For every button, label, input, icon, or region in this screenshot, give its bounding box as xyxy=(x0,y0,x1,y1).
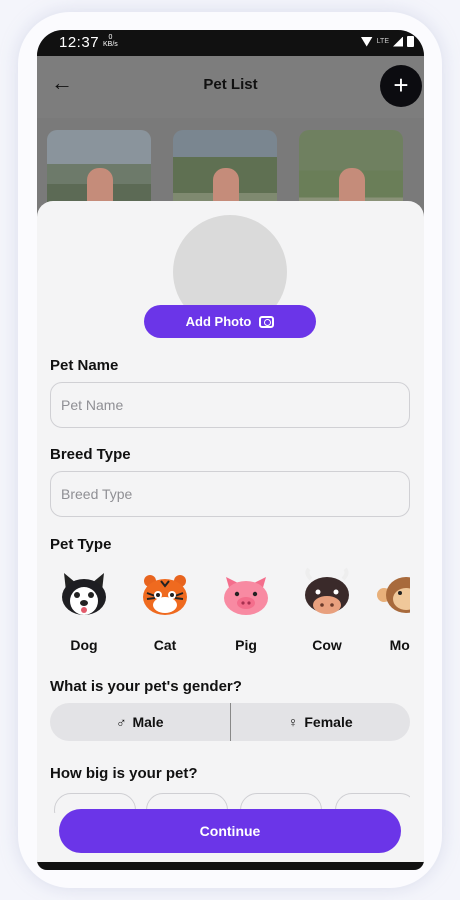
add-photo-button[interactable]: Add Photo xyxy=(144,305,316,338)
wifi-icon xyxy=(360,36,373,47)
breed-type-input[interactable] xyxy=(50,471,410,517)
add-pet-button[interactable]: + xyxy=(380,65,422,107)
gender-question: What is your pet's gender? xyxy=(50,678,242,695)
status-time: 12:37 xyxy=(59,34,100,51)
bottom-edge xyxy=(37,862,424,870)
pet-type-cow[interactable]: Cow xyxy=(297,565,357,653)
plus-icon: + xyxy=(393,70,409,100)
pet-type-label: Pet Type xyxy=(50,536,112,553)
husky-dog-icon xyxy=(56,565,112,621)
lte-label: LTE xyxy=(376,38,389,45)
monkey-icon xyxy=(376,565,410,621)
breed-type-label: Breed Type xyxy=(50,446,131,463)
pet-type-name: Pig xyxy=(235,637,257,653)
gender-female-option[interactable]: ♀ Female xyxy=(231,703,411,741)
female-symbol-icon: ♀ xyxy=(287,714,299,730)
pet-name-label: Pet Name xyxy=(50,357,119,374)
pet-type-name: Mon xyxy=(389,637,410,653)
gender-female-label: Female xyxy=(304,714,353,730)
status-bar: 12:37 0 KB/s LTE xyxy=(37,30,424,56)
cow-icon xyxy=(299,565,355,621)
size-question: How big is your pet? xyxy=(50,765,198,782)
page-title: Pet List xyxy=(203,76,258,93)
gender-male-label: Male xyxy=(132,714,164,730)
pet-type-pig[interactable]: Pig xyxy=(216,565,276,653)
pet-type-dog[interactable]: Dog xyxy=(54,565,114,653)
pet-type-name: Cow xyxy=(312,637,342,653)
battery-icon xyxy=(407,36,414,47)
gender-toggle: ♂ Male ♀ Female xyxy=(50,703,410,741)
pig-icon xyxy=(218,565,274,621)
pet-type-monkey[interactable]: Mon xyxy=(374,565,410,653)
status-icons: LTE xyxy=(360,36,414,47)
network-speed-value: 0 xyxy=(108,34,113,41)
app-bar: ← Pet List + xyxy=(37,56,424,118)
network-speed-unit: KB/s xyxy=(103,41,118,48)
add-photo-label: Add Photo xyxy=(185,314,252,329)
tiger-cat-icon xyxy=(137,565,193,621)
continue-label: Continue xyxy=(199,823,261,839)
signal-icon xyxy=(393,36,403,47)
phone-screen: 12:37 0 KB/s LTE ← Pet List + Add Photo … xyxy=(37,30,424,870)
pet-type-name: Cat xyxy=(153,637,177,653)
male-symbol-icon: ♂ xyxy=(115,714,127,730)
pet-name-input[interactable] xyxy=(50,382,410,428)
pet-type-name: Dog xyxy=(70,637,98,653)
gender-male-option[interactable]: ♂ Male xyxy=(50,703,230,741)
network-speed: 0 KB/s xyxy=(103,34,118,48)
pet-type-cat[interactable]: Cat xyxy=(135,565,195,653)
pet-type-list: Dog Cat Pig Cow Mo xyxy=(50,565,410,665)
continue-button[interactable]: Continue xyxy=(59,809,401,853)
add-pet-sheet: Add Photo Pet Name Breed Type Pet Type D… xyxy=(37,201,424,870)
camera-icon xyxy=(259,315,275,328)
